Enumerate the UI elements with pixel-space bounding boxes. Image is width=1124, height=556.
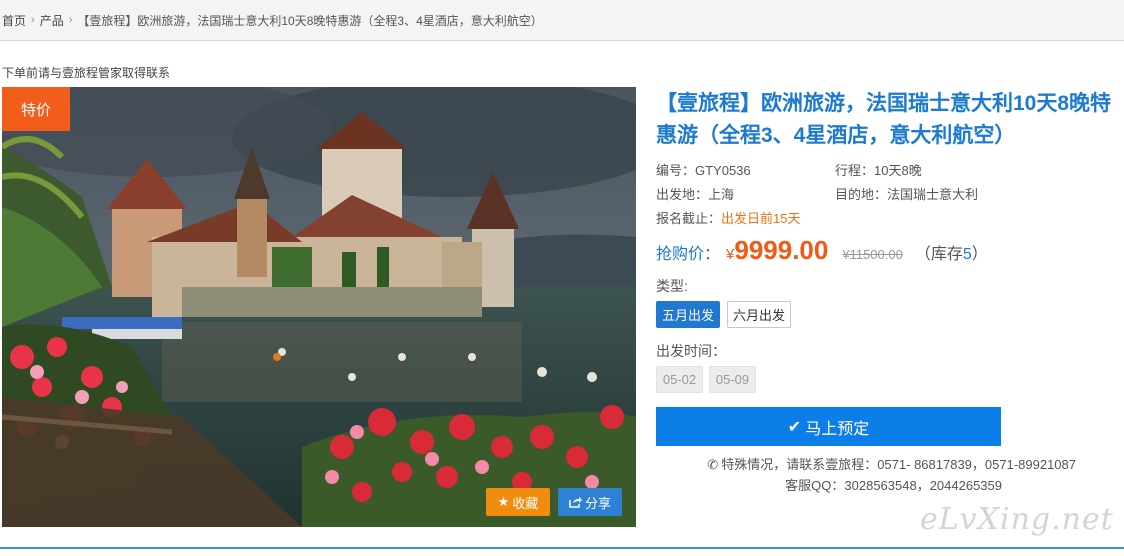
type-option-may[interactable]: 五月出发 — [656, 301, 720, 328]
stock-open: （库存 — [914, 246, 963, 263]
product-code: 编号：GTY0536 — [656, 163, 751, 178]
price-currency: ¥ — [726, 246, 735, 263]
stock-count: 5 — [962, 246, 972, 263]
signup-deadline: 报名截止：出发日前15天 — [656, 208, 800, 227]
order-notice: 下单前请与壹旅程管家取得联系 — [2, 66, 171, 80]
type-option-june[interactable]: 六月出发 — [727, 301, 791, 328]
check-icon: ✔ — [787, 418, 802, 436]
deadline-value: 出发日前15天 — [721, 211, 801, 226]
product-photo: 特价 ★ 收藏 分享 — [2, 87, 636, 527]
divider — [0, 547, 1124, 549]
product-info: 【壹旅程】欧洲旅游，法国瑞士意大利10天8晚特惠游（全程3、4星酒店，意大利航空… — [656, 88, 1120, 152]
stock-close: ） — [971, 246, 988, 263]
breadcrumb-current: 【壹旅程】欧洲旅游，法国瑞士意大利10天8晚特惠游（全程3、4星酒店，意大利航空… — [77, 13, 543, 28]
product-itinerary: 行程：10天8晚 — [835, 163, 922, 178]
star-icon: ★ — [497, 494, 510, 509]
phone-icon: ✆ — [707, 457, 719, 472]
date-option-0509[interactable]: 05-09 — [709, 366, 756, 393]
price-row: 抢购价： ¥ 9999.00 ¥11500.00 （库存5） — [656, 235, 988, 266]
product-departure: 出发地：上海 — [656, 187, 735, 202]
date-option-0502[interactable]: 05-02 — [656, 366, 703, 393]
breadcrumb: 首页 › 产品 › 【壹旅程】欧洲旅游，法国瑞士意大利10天8晚特惠游（全程3、… — [0, 0, 1124, 41]
product-title: 【壹旅程】欧洲旅游，法国瑞士意大利10天8晚特惠游（全程3、4星酒店，意大利航空… — [656, 92, 1112, 147]
contact-phone: 特殊情况，请联系壹旅程：0571- 86817839，0571-89921087 — [721, 457, 1076, 472]
favorite-label: 收藏 — [512, 495, 539, 511]
contact-info: ✆ 特殊情况，请联系壹旅程：0571- 86817839，0571-899210… — [656, 454, 1076, 496]
original-price: ¥11500.00 — [842, 247, 903, 262]
type-label: 类型: — [656, 278, 688, 294]
breadcrumb-home[interactable]: 首页 — [2, 12, 26, 29]
price-label: 抢购价： — [656, 246, 721, 263]
watermark: eLvXing.net — [920, 502, 1114, 537]
stock-info: （库存5） — [915, 240, 988, 264]
book-now-label: 马上预定 — [805, 420, 870, 438]
price-value: 9999.00 — [734, 235, 829, 265]
deadline-label: 报名截止： — [656, 211, 722, 226]
special-offer-tag: 特价 — [2, 87, 70, 131]
depart-time-label: 出发时间： — [656, 343, 726, 359]
castle-lake-image — [2, 87, 636, 527]
breadcrumb-products[interactable]: 产品 — [40, 12, 64, 29]
chevron-right-icon: › — [68, 14, 73, 26]
share-icon — [569, 496, 582, 508]
product-destination: 目的地：法国瑞士意大利 — [835, 187, 979, 202]
book-now-button[interactable]: ✔ 马上预定 — [656, 407, 1001, 446]
share-button[interactable]: 分享 — [558, 488, 622, 516]
share-label: 分享 — [584, 495, 611, 511]
chevron-right-icon: › — [31, 14, 35, 26]
contact-qq: 客服QQ：3028563548，2044265359 — [785, 478, 1002, 493]
favorite-button[interactable]: ★ 收藏 — [486, 488, 550, 516]
